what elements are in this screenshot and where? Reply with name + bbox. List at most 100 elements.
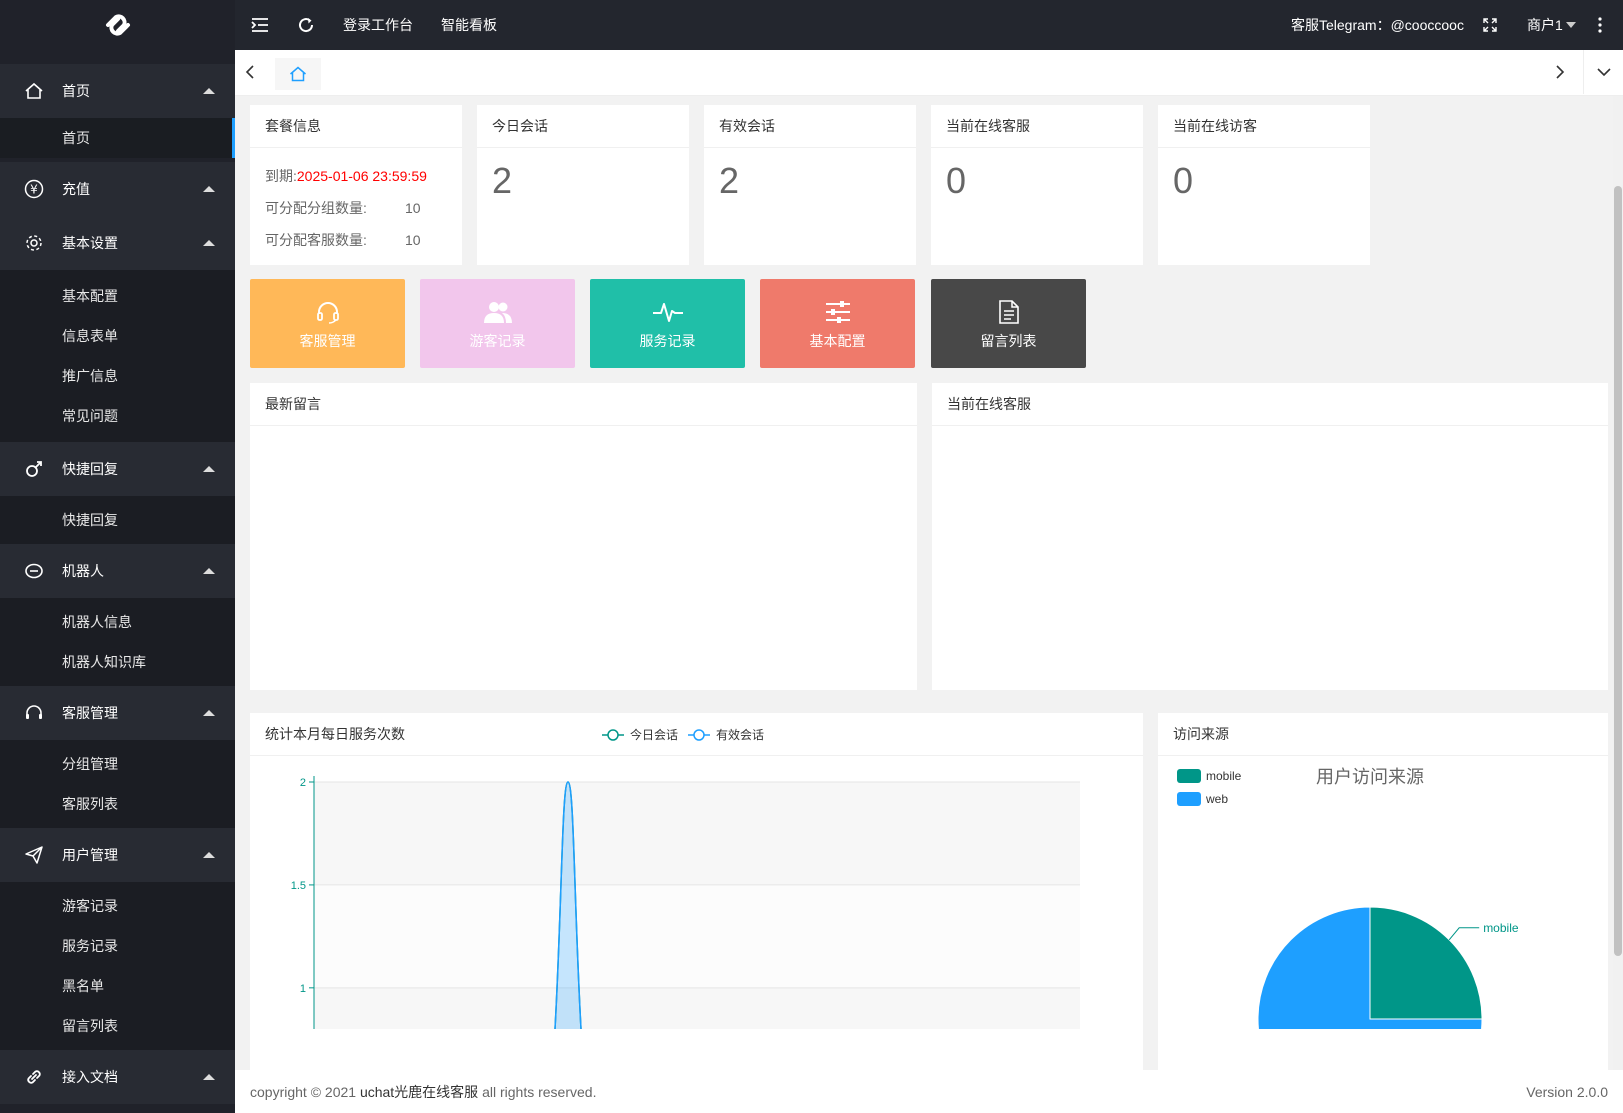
quick-service-records[interactable]: 服务记录 [590, 279, 745, 368]
quick-label: 服务记录 [639, 332, 696, 349]
sidebar-group-home[interactable]: 首页 [0, 64, 235, 118]
sidebar-item-faq[interactable]: 常见问题 [0, 396, 235, 436]
panel-title: 当前在线客服 [932, 383, 1608, 426]
legend-marker [693, 729, 705, 741]
legend-label: 今日会话 [630, 727, 678, 742]
caret-up-icon [203, 852, 215, 858]
sidebar-group-settings[interactable]: 基本设置 [0, 216, 235, 270]
sidebar-item-quick-reply[interactable]: 快捷回复 [0, 500, 235, 540]
svg-text:¥: ¥ [30, 183, 38, 197]
tabs-dropdown-icon[interactable] [1583, 50, 1623, 94]
fullscreen-icon[interactable] [1483, 18, 1497, 32]
menu-toggle-icon[interactable] [251, 17, 269, 33]
sidebar-item-info-form[interactable]: 信息表单 [0, 316, 235, 356]
tabs-bar [235, 50, 1623, 96]
legend-label: mobile [1206, 769, 1242, 783]
sidebar-group-agent-mgmt[interactable]: 客服管理 [0, 686, 235, 740]
logo[interactable] [0, 0, 235, 50]
legend-swatch [1177, 769, 1201, 783]
quick-agent-mgmt[interactable]: 客服管理 [250, 279, 405, 368]
expire-row: 到期:2025-01-06 23:59:59 [265, 160, 447, 192]
top-header: 登录工作台 智能看板 客服Telegram： @cooccooc 商户1 [235, 0, 1623, 50]
header-link-workbench[interactable]: 登录工作台 [343, 15, 413, 35]
tab-home[interactable] [275, 58, 321, 90]
sidebar-submenu-home: 首页 [0, 118, 235, 158]
sidebar-group-label: 快捷回复 [62, 461, 118, 477]
card-title: 今日会话 [477, 105, 689, 148]
sidebar-item-visitor-records[interactable]: 游客记录 [0, 886, 235, 926]
user-name: 商户1 [1527, 17, 1563, 33]
sidebar-group-label: 基本设置 [62, 235, 118, 251]
home-icon [24, 81, 44, 101]
sidebar-group-label: 充值 [62, 181, 90, 197]
daily-service-chart-panel: 统计本月每日服务次数 2 1.5 1 今日会话 有效会话 [250, 713, 1143, 1070]
groups-value: 10 [405, 200, 421, 216]
sidebar-group-label: 接入文档 [62, 1069, 118, 1085]
sidebar-group-docs[interactable]: 接入文档 [0, 1050, 235, 1104]
sidebar-item-basic-config[interactable]: 基本配置 [0, 276, 235, 316]
telegram-handle: @cooccooc [1390, 17, 1464, 33]
sidebar-item-blacklist[interactable]: 黑名单 [0, 966, 235, 1006]
pie-title: 用户访问来源 [1316, 767, 1424, 787]
version: Version 2.0.0 [1526, 1083, 1608, 1100]
legend-marker [607, 729, 619, 741]
copyright: copyright © 2021 uchat光鹿在线客服 all rights … [250, 1082, 596, 1102]
robot-icon [24, 561, 44, 581]
more-vertical-icon[interactable] [1598, 17, 1602, 33]
legend-swatch [1177, 792, 1201, 806]
sidebar-submenu-agent-mgmt: 分组管理 客服列表 [0, 740, 235, 828]
refresh-icon[interactable] [297, 16, 315, 34]
sidebar-item-group-mgmt[interactable]: 分组管理 [0, 744, 235, 784]
stat-card-today-sessions: 今日会话 2 [477, 105, 689, 265]
caret-up-icon [203, 710, 215, 716]
sidebar-group-recharge[interactable]: ¥ 充值 [0, 162, 235, 216]
header-link-dashboard[interactable]: 智能看板 [441, 15, 497, 35]
sidebar-group-label: 用户管理 [62, 847, 118, 863]
y-tick-label: 1.5 [291, 880, 306, 892]
caret-up-icon [203, 466, 215, 472]
sidebar-item-message-list[interactable]: 留言列表 [0, 1006, 235, 1046]
quick-label: 基本配置 [809, 332, 866, 349]
sidebar-item-promo-info[interactable]: 推广信息 [0, 356, 235, 396]
document-icon [998, 297, 1020, 327]
yen-icon: ¥ [24, 179, 44, 199]
caret-up-icon [203, 1074, 215, 1080]
agents-row: 可分配客服数量: 10 [265, 224, 447, 256]
stat-value: 0 [946, 160, 967, 201]
brand-link[interactable]: uchat光鹿在线客服 [360, 1084, 478, 1100]
stat-value: 2 [492, 160, 513, 201]
quick-label: 游客记录 [469, 332, 526, 349]
expire-label: 到期: [265, 168, 297, 184]
quick-basic-config[interactable]: 基本配置 [760, 279, 915, 368]
groups-row: 可分配分组数量: 10 [265, 192, 447, 224]
main-scrollbar[interactable] [1613, 96, 1623, 1070]
sidebar-item-service-records[interactable]: 服务记录 [0, 926, 235, 966]
logo-icon [105, 14, 130, 36]
sidebar: 首页 首页 ¥ 充值 基本设置 基本配置 信息表单 推广信息 常见问题 快捷回复… [0, 0, 235, 1113]
sidebar-item-robot-info[interactable]: 机器人信息 [0, 602, 235, 642]
user-menu[interactable]: 商户1 [1527, 15, 1576, 35]
sidebar-item-home[interactable]: 首页 [0, 118, 235, 158]
tabs-prev-icon[interactable] [245, 64, 255, 83]
sliders-icon [824, 297, 852, 327]
sidebar-group-user-mgmt[interactable]: 用户管理 [0, 828, 235, 882]
sidebar-group-robot[interactable]: 机器人 [0, 544, 235, 598]
pie-slice-mobile [1369, 906, 1483, 1020]
sidebar-item-agent-list[interactable]: 客服列表 [0, 784, 235, 824]
latest-messages-panel: 最新留言 [250, 383, 917, 690]
telegram-contact[interactable]: 客服Telegram： @cooccooc [1291, 15, 1464, 35]
card-title: 当前在线访客 [1158, 105, 1370, 148]
stat-card-online-visitors: 当前在线访客 0 [1158, 105, 1370, 265]
stat-value: 2 [719, 160, 740, 201]
tabs-next-icon[interactable] [1555, 64, 1565, 83]
quick-message-list[interactable]: 留言列表 [931, 279, 1086, 368]
slice-label: mobile [1483, 921, 1519, 935]
quick-visitor-records[interactable]: 游客记录 [420, 279, 575, 368]
caret-down-icon [1565, 22, 1576, 28]
paper-plane-icon [24, 845, 44, 865]
pulse-icon [652, 297, 684, 327]
y-tick-label: 1 [300, 983, 306, 995]
sidebar-item-robot-kb[interactable]: 机器人知识库 [0, 642, 235, 682]
scrollbar-thumb[interactable] [1614, 186, 1622, 956]
sidebar-group-quick-reply[interactable]: 快捷回复 [0, 442, 235, 496]
